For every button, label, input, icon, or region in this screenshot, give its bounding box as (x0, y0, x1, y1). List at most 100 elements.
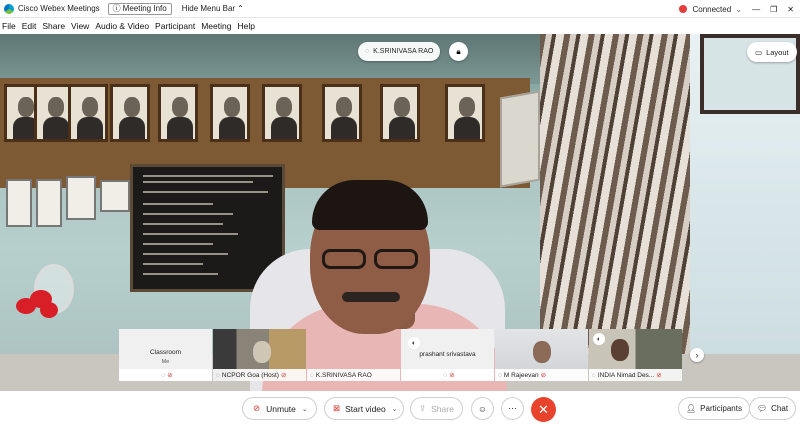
participant-name: NCPOR Goa (Host) (221, 371, 279, 379)
filmstrip-next-button[interactable]: › (690, 348, 704, 362)
muted-microphone-icon: ⊘ (540, 372, 547, 379)
participant-name: Classroom (149, 349, 182, 356)
video-portrait (68, 84, 108, 142)
connection-status[interactable]: Connected ⌄ (679, 4, 742, 14)
share-icon: ⇪ (419, 403, 427, 413)
microphone-icon: ◌ (498, 371, 502, 379)
chevron-down-icon: ⌄ (301, 405, 308, 413)
active-speaker-name: K.SRINIVASA RAO (373, 48, 434, 55)
layout-label: Layout (766, 47, 789, 57)
menu-meeting[interactable]: Meeting (201, 21, 231, 31)
more-icon: ⋯ (508, 403, 517, 413)
participant-video-face (533, 341, 551, 363)
chevron-up-icon: ⌃ (237, 4, 244, 13)
participant-tile[interactable]: ◌ NCPOR Goa (Host) ⊘ (213, 329, 306, 381)
menu-file[interactable]: File (2, 21, 16, 31)
layout-button[interactable]: ▭ Layout (747, 42, 797, 62)
leave-meeting-button[interactable]: ✕ (531, 397, 556, 422)
share-label: Share (431, 403, 454, 414)
video-speaker-mustache (342, 292, 400, 302)
microphone-icon: ◌ (443, 371, 448, 379)
video-certificate (6, 179, 32, 227)
participant-name: INDIA Nimad Des... (597, 371, 655, 379)
participant-tile[interactable]: Classroom Me ◌ ⊘ (119, 329, 212, 381)
microphone-icon: ◌ (365, 48, 370, 55)
participant-tile[interactable]: ◐ prashant srivastava ◌ ⊘ (401, 329, 494, 381)
meeting-info-label: Meeting Info (122, 4, 167, 13)
participant-video-face (253, 341, 271, 363)
chevron-right-icon: › (695, 350, 699, 360)
smiley-icon: ☺ (478, 403, 487, 414)
close-button[interactable]: ✕ (787, 5, 794, 14)
video-certificate (36, 179, 62, 227)
lock-video-button[interactable]: 🔒︎ (449, 42, 468, 61)
close-icon: ✕ (538, 401, 549, 417)
phone-audio-icon: ◐ (593, 333, 605, 345)
start-video-button[interactable]: ⊠ Start video ⌄ (324, 397, 404, 420)
menu-bar: File Edit Share View Audio & Video Parti… (0, 18, 800, 34)
reactions-button[interactable]: ☺ (471, 397, 494, 420)
microphone-icon: ◌ (592, 371, 596, 379)
participant-name: M Rajeevan (503, 371, 539, 379)
participant-tile[interactable]: ◌ K.SRINIVASA RAO (307, 329, 400, 381)
maximize-button[interactable]: ❐ (770, 5, 777, 14)
unmute-label: Unmute (266, 403, 296, 414)
info-icon: ⓘ (112, 4, 121, 13)
video-portrait (380, 84, 420, 142)
connection-status-label: Connected (692, 5, 732, 14)
minimize-button[interactable]: — (752, 5, 760, 14)
meeting-info-button[interactable]: ⓘ Meeting Info (107, 2, 172, 15)
app-title: Cisco Webex Meetings (18, 4, 100, 13)
menu-audio-video[interactable]: Audio & Video (95, 21, 149, 31)
video-portrait (158, 84, 198, 142)
participant-name: prashant srivastava (419, 351, 476, 358)
chat-button[interactable]: 💬︎ Chat (749, 397, 797, 420)
share-button[interactable]: ⇪ Share (410, 397, 463, 420)
participant-tile[interactable]: ◐ ◌ INDIA Nimad Des... ⊘ (589, 329, 682, 381)
menu-participant[interactable]: Participant (155, 21, 195, 31)
muted-microphone-icon: ⊘ (280, 372, 287, 379)
phone-audio-icon: ◐ (408, 337, 420, 349)
webex-logo-icon (4, 3, 14, 14)
unmute-button[interactable]: ⊘ Unmute ⌄ (242, 397, 317, 420)
active-speaker-tag: ◌ K.SRINIVASA RAO (358, 42, 441, 61)
microphone-icon: ◌ (310, 371, 314, 379)
active-speaker-video[interactable]: ◌ K.SRINIVASA RAO 🔒︎ ▭ Layout Classroom … (0, 34, 800, 391)
chat-icon: 💬︎ (757, 404, 768, 413)
video-certificate (66, 176, 96, 220)
lock-icon: 🔒︎ (456, 46, 461, 56)
video-portrait (110, 84, 150, 142)
video-portrait (210, 84, 250, 142)
participant-name: K.SRINIVASA RAO (315, 371, 372, 379)
muted-microphone-icon: ⊘ (656, 372, 662, 379)
participant-video-face (611, 339, 629, 361)
start-video-label: Start video (345, 403, 386, 414)
video-portrait (445, 84, 485, 142)
video-certificate (100, 180, 130, 212)
connection-status-icon (679, 5, 688, 13)
video-portrait (262, 84, 302, 142)
menu-help[interactable]: Help (237, 21, 254, 31)
video-flowers (12, 284, 62, 344)
menu-view[interactable]: View (71, 21, 89, 31)
muted-microphone-icon: ⊘ (253, 403, 261, 413)
participant-tile[interactable]: ◌ M Rajeevan ⊘ (495, 329, 588, 381)
participant-filmstrip: Classroom Me ◌ ⊘ ◌ NCPOR Goa (Host) ⊘ ◌ … (119, 329, 682, 381)
participant-self-label: Me (161, 359, 170, 365)
hide-menu-bar-label: Hide Menu Bar (181, 4, 236, 13)
participants-button[interactable]: 👤︎ Participants (678, 397, 750, 420)
muted-microphone-icon: ⊘ (167, 372, 173, 379)
video-camera-icon: ⊠ (333, 403, 341, 413)
more-options-button[interactable]: ⋯ (501, 397, 524, 420)
chevron-down-icon: ⌄ (391, 405, 398, 413)
menu-share[interactable]: Share (42, 21, 65, 31)
video-ac-unit (500, 90, 540, 188)
participants-icon: 👤︎ (686, 404, 697, 413)
layout-icon: ▭ (755, 47, 763, 57)
meeting-control-bar: ⊘ Unmute ⌄ ⊠ Start video ⌄ ⇪ Share ☺ ⋯ ✕… (0, 391, 800, 426)
video-speaker-glasses (318, 249, 422, 271)
hide-menu-bar-button[interactable]: Hide Menu Bar ⌃ (182, 4, 244, 13)
video-portrait (322, 84, 362, 142)
menu-edit[interactable]: Edit (22, 21, 37, 31)
microphone-icon: ◌ (161, 371, 166, 379)
